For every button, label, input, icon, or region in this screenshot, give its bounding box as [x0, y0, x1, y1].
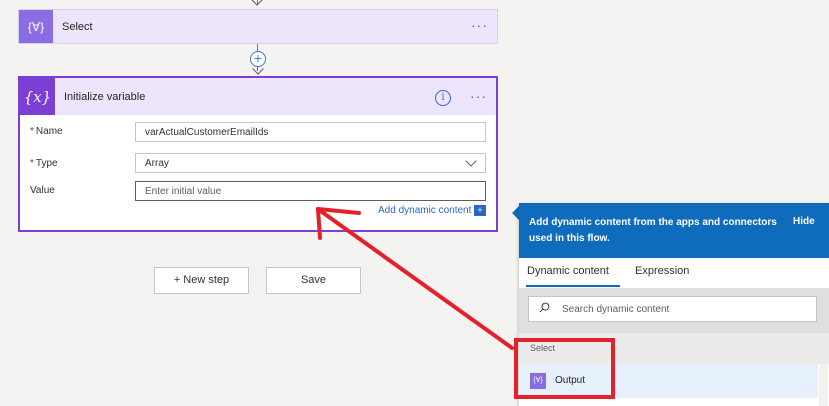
name-input[interactable]: varActualCustomerEmailIds: [135, 122, 486, 142]
tab-dynamic-content[interactable]: Dynamic content: [527, 265, 609, 277]
active-tab-indicator: [526, 285, 620, 287]
select-action-title: Select: [62, 21, 93, 33]
type-select-value: Array: [145, 158, 169, 169]
dynamic-content-header: Add dynamic content from the apps and co…: [519, 203, 829, 258]
value-label: Value: [30, 185, 55, 196]
initialize-variable-header[interactable]: {x} Initialize variable i ···: [20, 78, 496, 115]
more-options-icon[interactable]: ···: [470, 88, 487, 104]
select-action-icon: {∀}: [19, 10, 53, 43]
variable-icon: {x}: [20, 78, 55, 115]
required-marker: *: [30, 126, 34, 137]
scrollbar[interactable]: [819, 364, 828, 406]
hide-button[interactable]: Hide: [793, 216, 815, 227]
value-input-placeholder: Enter initial value: [145, 186, 222, 197]
type-label: * Type: [30, 158, 58, 169]
required-marker: *: [30, 158, 34, 169]
save-button[interactable]: Save: [266, 267, 361, 294]
search-placeholder: Search dynamic content: [562, 304, 670, 315]
search-input[interactable]: Search dynamic content: [528, 296, 817, 322]
name-label: * Name: [30, 126, 63, 137]
connector-arrow-top: [251, 0, 263, 6]
search-icon: [539, 302, 550, 313]
dynamic-content-description: Add dynamic content from the apps and co…: [529, 217, 777, 244]
search-area: Search dynamic content: [519, 288, 829, 333]
initialize-variable-title: Initialize variable: [64, 91, 146, 103]
chevron-down-icon: [465, 155, 477, 167]
add-dynamic-content-link[interactable]: Add dynamic content: [378, 205, 471, 216]
type-select[interactable]: Array: [135, 153, 486, 173]
select-action-card[interactable]: {∀} Select ···: [18, 9, 498, 44]
initialize-variable-card: {x} Initialize variable i ··· * Name varA…: [18, 76, 498, 232]
new-step-button[interactable]: + New step: [154, 267, 249, 294]
annotation-highlight-box: [514, 338, 615, 399]
info-icon[interactable]: i: [435, 90, 451, 106]
tab-expression[interactable]: Expression: [635, 265, 689, 277]
add-dynamic-content-icon[interactable]: +: [474, 205, 486, 216]
value-input[interactable]: Enter initial value: [135, 181, 486, 201]
more-options-icon[interactable]: ···: [471, 17, 488, 33]
